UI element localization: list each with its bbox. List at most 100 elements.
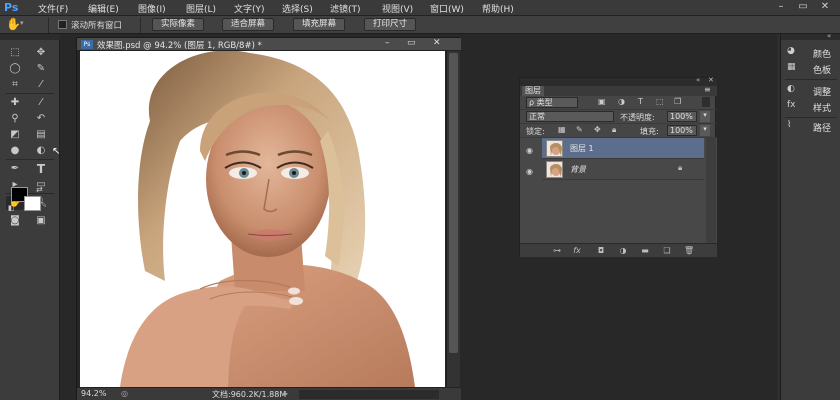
lock-position-icon[interactable]: ✥: [594, 125, 601, 134]
trash-icon[interactable]: 🗑︎: [684, 246, 694, 256]
pixel-filter-icon[interactable]: ▣: [598, 97, 606, 106]
screen-mode-icon[interactable]: ▣: [32, 214, 50, 228]
menu-bar: Ps 文件(F) 编辑(E) 图像(I) 图层(L) 文字(Y) 选择(S) 滤…: [0, 0, 840, 16]
eyedropper-tool-icon[interactable]: ⁄: [32, 78, 50, 92]
menu-edit[interactable]: 编辑(E): [88, 2, 119, 15]
menu-type[interactable]: 文字(Y): [234, 2, 265, 15]
menu-file[interactable]: 文件(F): [38, 2, 68, 15]
move-tool-icon[interactable]: ✥: [32, 46, 50, 60]
tab-layers[interactable]: 图层: [522, 86, 544, 96]
menu-select[interactable]: 选择(S): [282, 2, 313, 15]
maximize-icon[interactable]: ▭: [796, 1, 810, 13]
link-icon[interactable]: ⊶: [552, 246, 562, 256]
fit-screen-button[interactable]: 适合屏幕: [222, 18, 275, 31]
pen-tool-icon[interactable]: ✒: [6, 162, 24, 176]
doc-maximize-icon[interactable]: ▭: [407, 38, 416, 48]
marquee-tool-icon[interactable]: ⬚: [6, 46, 24, 60]
type-tool-icon[interactable]: T: [32, 162, 50, 176]
group-icon[interactable]: ▬: [640, 246, 650, 256]
blend-mode-select[interactable]: 正常: [526, 111, 614, 122]
print-size-button[interactable]: 打印尺寸: [364, 18, 417, 31]
dock-item-swatches[interactable]: ▦ 色板: [785, 62, 839, 76]
adjustment-filter-icon[interactable]: ◑: [618, 97, 625, 106]
document-titlebar[interactable]: Ps 效果图.psd @ 94.2% (图层 1, RGB/8#) * – ▭ …: [77, 38, 461, 51]
quick-mask-icon[interactable]: ◙: [6, 214, 24, 228]
menu-image[interactable]: 图像(I): [138, 2, 166, 15]
panel-grip[interactable]: « ✕: [520, 76, 717, 86]
layer-filter-row: ρ 类型 ▣ ◑ T ⬚ ❐: [520, 96, 717, 110]
shape-filter-icon[interactable]: ⬚: [656, 97, 664, 106]
new-layer-icon[interactable]: ❏: [662, 246, 672, 256]
background-color-swatch[interactable]: [24, 196, 41, 211]
opacity-chevron-icon[interactable]: ▾: [700, 111, 710, 122]
fx-icon[interactable]: fx: [572, 246, 582, 256]
filter-toggle[interactable]: [702, 97, 710, 107]
history-brush-tool-icon[interactable]: ↶: [32, 112, 50, 126]
lock-pixels-icon[interactable]: ✎: [576, 125, 583, 134]
dodge-tool-icon[interactable]: ◐: [32, 144, 50, 158]
hand-tool-icon[interactable]: ✋: [6, 17, 21, 31]
minimize-icon[interactable]: –: [774, 1, 788, 13]
divider: [140, 17, 141, 33]
type-filter-icon[interactable]: T: [638, 97, 643, 106]
visibility-eye-icon[interactable]: ◉: [526, 167, 538, 178]
panel-menu-icon[interactable]: ≡: [704, 85, 711, 94]
clone-stamp-tool-icon[interactable]: ⚲: [6, 112, 24, 126]
visibility-eye-icon[interactable]: ◉: [526, 146, 538, 157]
lasso-tool-icon[interactable]: ◯: [6, 62, 24, 76]
document-window: Ps 效果图.psd @ 94.2% (图层 1, RGB/8#) * – ▭ …: [76, 37, 461, 400]
menu-filter[interactable]: 滤镜(T): [330, 2, 361, 15]
dock-item-adjustments[interactable]: ◐ 调整: [785, 84, 839, 98]
dock-item-paths[interactable]: ⌇ 路径: [785, 120, 839, 134]
vertical-scrollbar[interactable]: [446, 51, 460, 387]
menu-help[interactable]: 帮助(H): [482, 2, 514, 15]
scroll-all-windows-checkbox[interactable]: [58, 20, 67, 29]
blur-tool-icon[interactable]: ●: [6, 144, 24, 158]
canvas[interactable]: [80, 51, 445, 387]
crop-tool-icon[interactable]: ⌗: [6, 78, 24, 92]
dock-item-styles[interactable]: fx 样式: [785, 100, 839, 114]
dock-item-label: 颜色: [813, 50, 832, 60]
scroll-thumb[interactable]: [449, 53, 458, 353]
menu-layer[interactable]: 图层(L): [186, 2, 216, 15]
brush-tool-icon[interactable]: ⁄: [32, 96, 50, 110]
zoom-level[interactable]: 94.2%: [81, 389, 106, 398]
healing-brush-tool-icon[interactable]: ✚: [6, 96, 24, 110]
layer-row-selected[interactable]: 图层 1: [542, 138, 704, 159]
swap-colors-icon[interactable]: ⇄: [36, 185, 43, 194]
expand-dock-icon[interactable]: «: [827, 32, 831, 40]
smart-object-filter-icon[interactable]: ❐: [674, 97, 681, 106]
menu-view[interactable]: 视图(V): [382, 2, 413, 15]
default-colors-icon[interactable]: ◧: [8, 204, 15, 212]
close-panel-icon[interactable]: ✕: [708, 76, 714, 84]
horizontal-scrollbar[interactable]: [299, 390, 439, 399]
gradient-tool-icon[interactable]: ▤: [32, 128, 50, 142]
actual-pixels-button[interactable]: 实际像素: [152, 18, 205, 31]
opacity-input[interactable]: 100%: [667, 111, 697, 122]
collapse-panel-icon[interactable]: «: [696, 76, 700, 84]
status-info-icon[interactable]: ◎: [121, 389, 128, 398]
filter-kind-select[interactable]: ρ 类型: [526, 97, 578, 108]
dock-item-color[interactable]: ◕ 颜色: [785, 46, 839, 60]
mask-icon[interactable]: ◘: [596, 246, 606, 256]
tool-preset-chevron-icon[interactable]: ▾: [20, 19, 24, 27]
layers-scrollbar[interactable]: [706, 138, 716, 243]
fill-input[interactable]: 100%: [667, 125, 697, 136]
layer-row[interactable]: 背景 🔒︎: [542, 159, 704, 180]
doc-minimize-icon[interactable]: –: [385, 38, 390, 48]
layer-thumb-image: [547, 162, 562, 177]
eraser-tool-icon[interactable]: ◩: [6, 128, 24, 142]
lock-label: 锁定:: [526, 127, 545, 136]
toolbox-grip[interactable]: [0, 34, 60, 40]
blend-row: 正常 不透明度: 100% ▾: [520, 110, 717, 124]
fill-chevron-icon[interactable]: ▾: [700, 125, 710, 136]
doc-close-icon[interactable]: ✕: [433, 38, 441, 48]
close-icon[interactable]: ✕: [818, 1, 832, 13]
lock-all-icon[interactable]: 🔒︎: [612, 125, 616, 135]
fill-screen-button[interactable]: 填充屏幕: [293, 18, 346, 31]
magic-wand-tool-icon[interactable]: ✎: [32, 62, 50, 76]
status-menu-icon[interactable]: ▸: [284, 389, 288, 398]
adjustment-icon[interactable]: ◑: [618, 246, 628, 256]
menu-window[interactable]: 窗口(W): [430, 2, 464, 15]
lock-transparent-icon[interactable]: ▦: [558, 125, 566, 134]
